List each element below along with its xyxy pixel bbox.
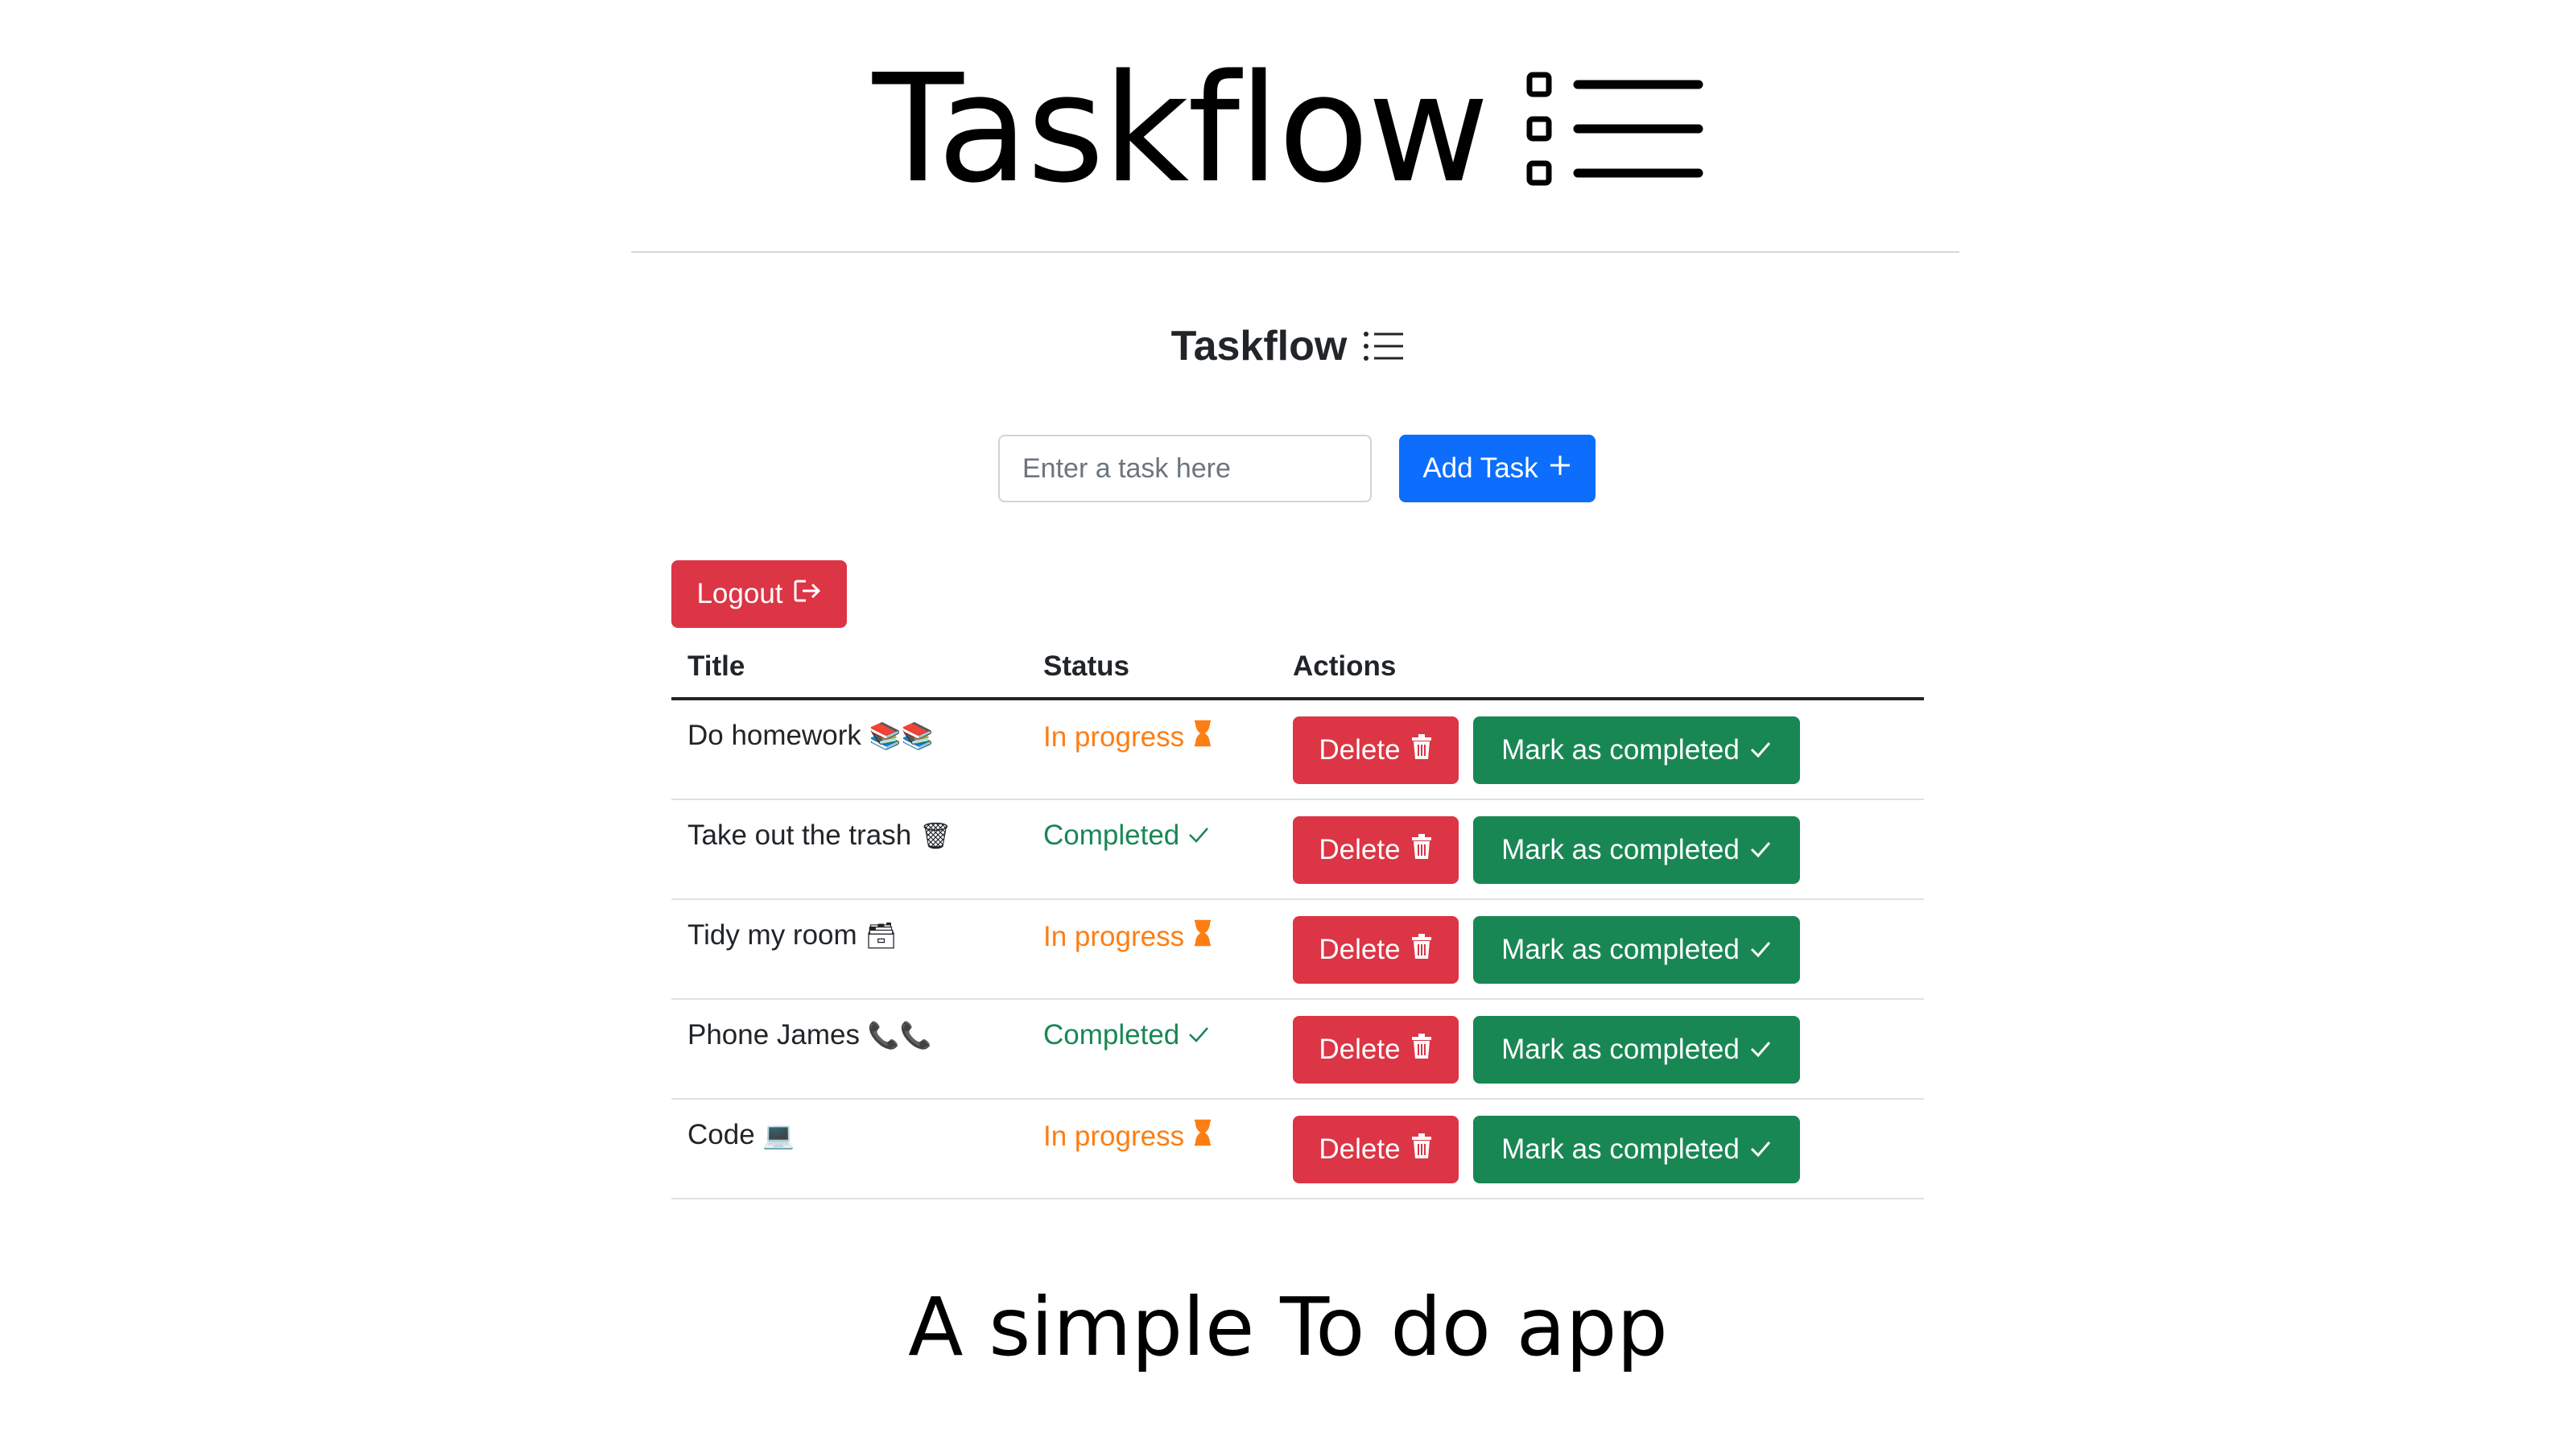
task-emoji: 🗑 <box>919 820 952 851</box>
check-icon <box>1749 834 1772 866</box>
delete-button[interactable]: Delete <box>1293 716 1459 784</box>
mark-completed-button[interactable]: Mark as completed <box>1473 1016 1800 1084</box>
status-cell: Completed <box>1043 819 1210 852</box>
trash-icon <box>1410 733 1433 767</box>
task-emoji: 📚📚 <box>869 720 934 751</box>
add-task-label: Add Task <box>1422 452 1538 484</box>
task-title-text: Do homework <box>687 720 861 751</box>
hourglass-icon <box>1192 919 1213 954</box>
plus-icon <box>1548 452 1572 485</box>
table-header: Title Status Actions <box>671 636 1924 700</box>
app-title: Taskflow <box>0 322 2576 370</box>
task-emoji: 🗃 <box>865 920 898 951</box>
header-status: Status <box>1043 650 1129 682</box>
delete-button[interactable]: Delete <box>1293 916 1459 984</box>
mark-completed-label: Mark as completed <box>1501 734 1740 766</box>
mark-completed-button[interactable]: Mark as completed <box>1473 716 1800 784</box>
task-title: Take out the trash 🗑 <box>687 819 952 852</box>
status-cell: Completed <box>1043 1019 1210 1051</box>
banner-title: Taskflow <box>872 41 1489 216</box>
mark-completed-button[interactable]: Mark as completed <box>1473 1116 1800 1183</box>
header-title: Title <box>687 650 745 682</box>
status-text: In progress <box>1043 720 1185 753</box>
trash-icon <box>1410 1133 1433 1166</box>
task-title-text: Phone James <box>687 1019 861 1051</box>
task-emoji: 💻 <box>762 1120 795 1150</box>
table-row: Tidy my room 🗃 In progress Delete Mark a… <box>671 900 1924 1000</box>
status-cell: In progress <box>1043 919 1213 954</box>
table-row: Do homework 📚📚 In progress Delete Mark a… <box>671 700 1924 800</box>
check-icon <box>1749 1133 1772 1166</box>
status-text: In progress <box>1043 1120 1185 1152</box>
status-text: Completed <box>1043 1019 1180 1051</box>
check-icon <box>1187 1019 1210 1051</box>
tasks-table: Title Status Actions Do homework 📚📚 In p… <box>671 636 1924 1199</box>
banner: Taskflow <box>0 40 2576 217</box>
logout-icon <box>793 578 822 611</box>
trash-icon <box>1410 1033 1433 1067</box>
delete-button[interactable]: Delete <box>1293 816 1459 884</box>
task-title-text: Code <box>687 1119 755 1150</box>
header-actions: Actions <box>1293 650 1397 682</box>
delete-button[interactable]: Delete <box>1293 1016 1459 1084</box>
logout-button[interactable]: Logout <box>671 560 847 628</box>
app-title-text: Taskflow <box>1170 323 1348 369</box>
mark-completed-button[interactable]: Mark as completed <box>1473 816 1800 884</box>
mark-completed-button[interactable]: Mark as completed <box>1473 916 1800 984</box>
task-title-text: Take out the trash <box>687 819 912 851</box>
table-row: Phone James 📞📞 Completed Delete Mark as … <box>671 1000 1924 1100</box>
banner-divider <box>631 251 1959 253</box>
table-row: Code 💻 In progress Delete Mark as comple… <box>671 1100 1924 1199</box>
mark-completed-label: Mark as completed <box>1501 934 1740 965</box>
status-text: In progress <box>1043 920 1185 952</box>
hourglass-icon <box>1192 720 1213 754</box>
check-icon <box>1749 934 1772 966</box>
task-emoji: 📞📞 <box>867 1020 932 1051</box>
mark-completed-label: Mark as completed <box>1501 1034 1740 1065</box>
status-cell: In progress <box>1043 1119 1213 1154</box>
trash-icon <box>1410 833 1433 867</box>
delete-label: Delete <box>1319 1034 1401 1065</box>
delete-label: Delete <box>1319 1133 1401 1165</box>
delete-label: Delete <box>1319 934 1401 965</box>
check-icon <box>1749 1034 1772 1066</box>
task-title: Phone James 📞📞 <box>687 1019 931 1051</box>
status-text: Completed <box>1043 819 1180 851</box>
list-icon <box>1363 330 1405 362</box>
list-icon <box>1526 68 1703 189</box>
mark-completed-label: Mark as completed <box>1501 1133 1740 1165</box>
delete-button[interactable]: Delete <box>1293 1116 1459 1183</box>
delete-label: Delete <box>1319 834 1401 865</box>
status-cell: In progress <box>1043 720 1213 754</box>
task-title-text: Tidy my room <box>687 919 857 951</box>
table-row: Take out the trash 🗑 Completed Delete Ma… <box>671 800 1924 900</box>
trash-icon <box>1410 933 1433 967</box>
task-title: Code 💻 <box>687 1119 795 1151</box>
hourglass-icon <box>1192 1119 1213 1154</box>
mark-completed-label: Mark as completed <box>1501 834 1740 865</box>
check-icon <box>1187 819 1210 852</box>
task-input[interactable] <box>998 435 1372 502</box>
delete-label: Delete <box>1319 734 1401 766</box>
task-title: Do homework 📚📚 <box>687 720 933 752</box>
logout-label: Logout <box>696 578 783 609</box>
tagline: A simple To do app <box>908 1280 1668 1374</box>
task-title: Tidy my room 🗃 <box>687 919 898 952</box>
check-icon <box>1749 734 1772 766</box>
add-task-button[interactable]: Add Task <box>1399 435 1596 502</box>
